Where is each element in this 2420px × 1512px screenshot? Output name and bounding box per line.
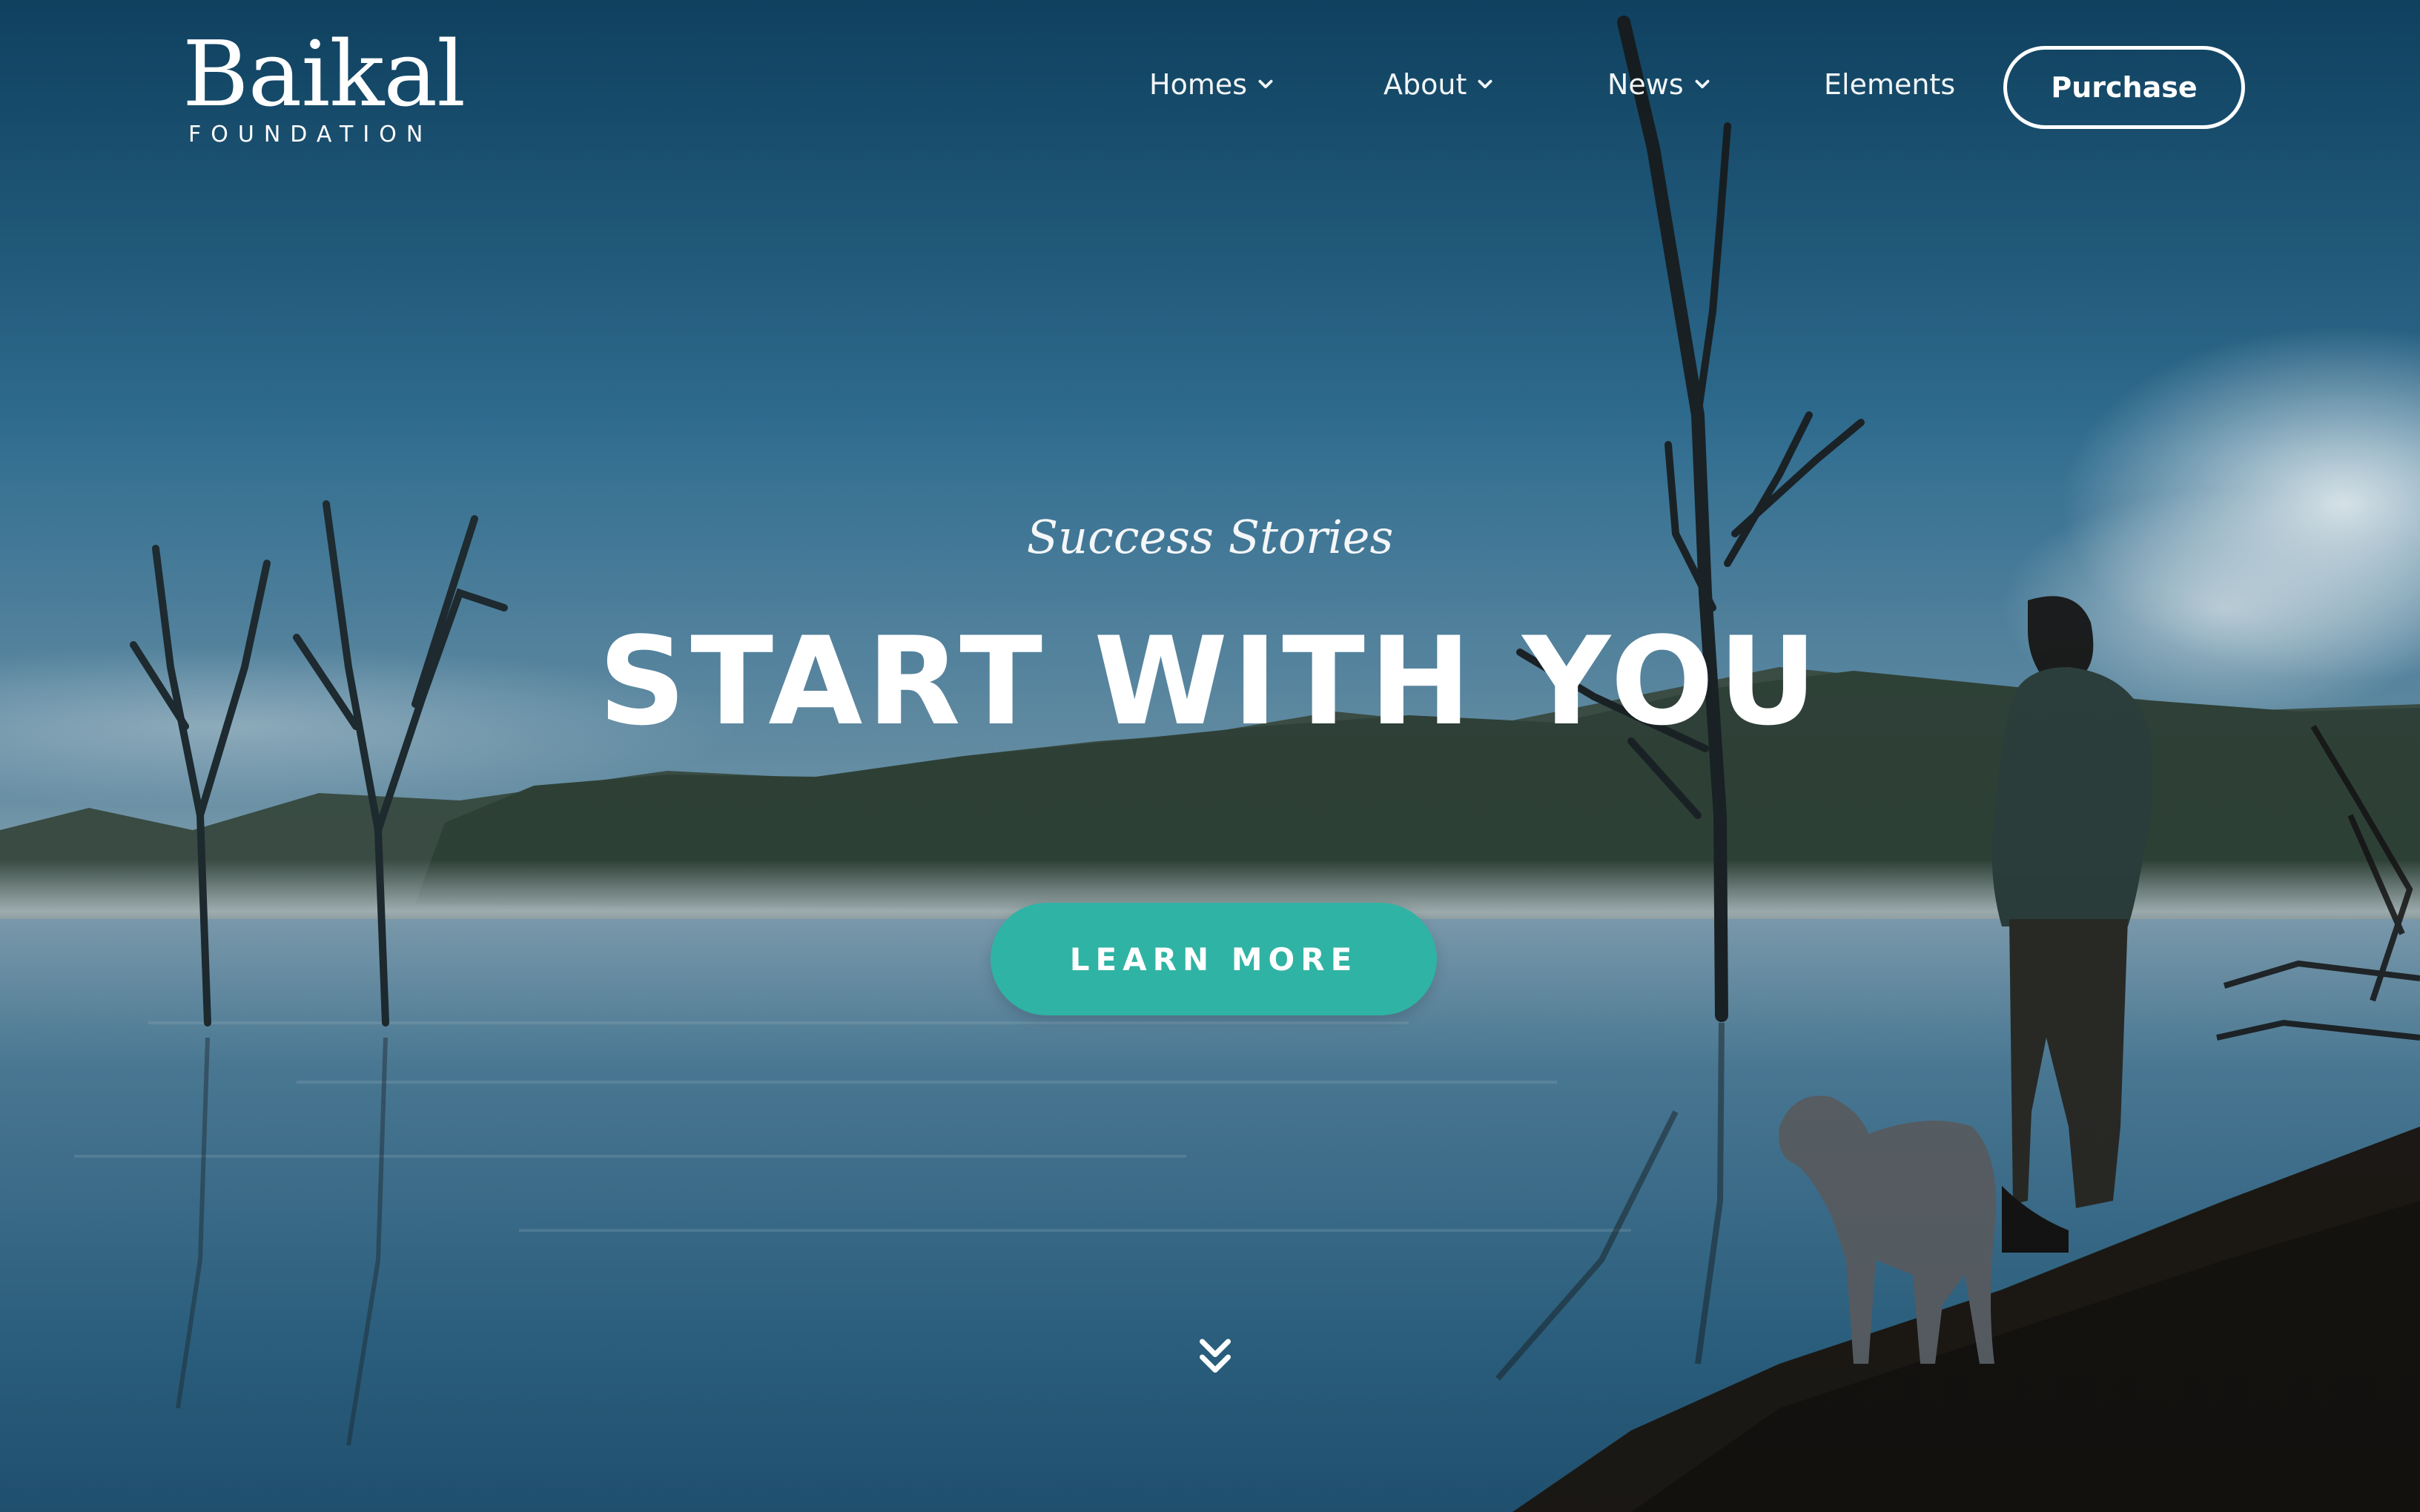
chevron-down-icon bbox=[1695, 79, 1710, 89]
nav-item-homes[interactable]: Homes bbox=[1149, 62, 1275, 107]
double-chevron-down-icon[interactable] bbox=[1189, 1331, 1241, 1383]
nav-item-label: About bbox=[1383, 68, 1467, 101]
nav-item-label: News bbox=[1607, 68, 1684, 101]
nav-item-label: Elements bbox=[1824, 68, 1956, 101]
brand-name: Baikal bbox=[182, 21, 466, 127]
purchase-button[interactable]: Purchase bbox=[2003, 46, 2245, 129]
brand-logo[interactable]: Baikal FOUNDATION bbox=[182, 22, 466, 148]
chevron-down-icon bbox=[1478, 79, 1492, 89]
site-header: Baikal FOUNDATION Homes About News Eleme… bbox=[0, 0, 2420, 178]
hero-headline: START WITH YOU bbox=[598, 611, 1822, 752]
hero-section: Baikal FOUNDATION Homes About News Eleme… bbox=[0, 0, 2420, 1512]
chevron-down-icon bbox=[1258, 79, 1273, 89]
nav-item-news[interactable]: News bbox=[1607, 62, 1712, 107]
learn-more-button[interactable]: LEARN MORE bbox=[991, 903, 1437, 1015]
brand-tagline: FOUNDATION bbox=[188, 122, 433, 147]
hero-background-image bbox=[0, 0, 2420, 1512]
nav-item-about[interactable]: About bbox=[1383, 62, 1495, 107]
hero-eyebrow: Success Stories bbox=[1026, 510, 1394, 564]
nav-item-label: Homes bbox=[1149, 68, 1248, 101]
nav-item-elements[interactable]: Elements bbox=[1824, 62, 1955, 107]
